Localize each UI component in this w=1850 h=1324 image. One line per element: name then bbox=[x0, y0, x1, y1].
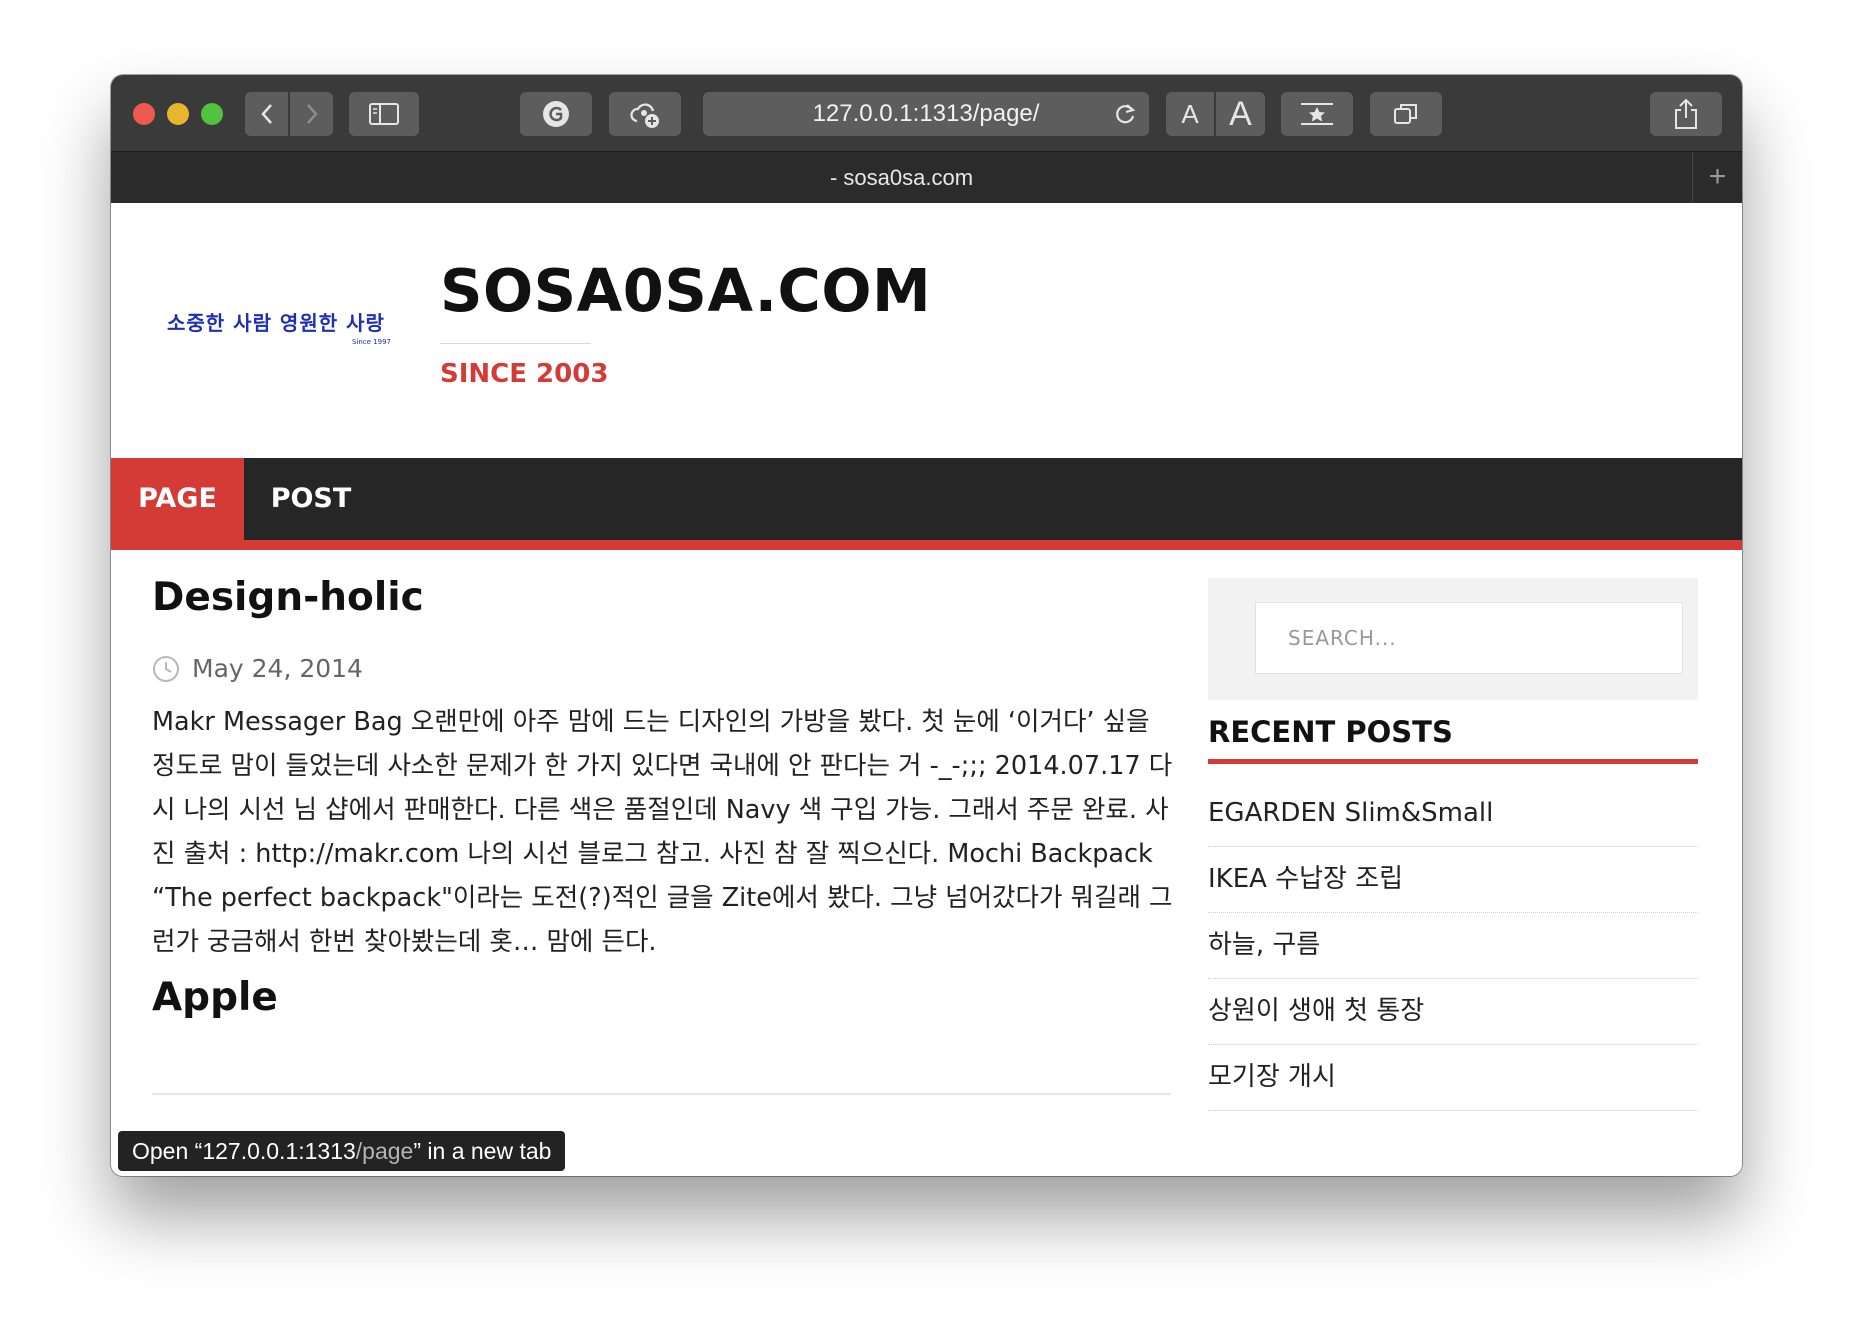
nav-accent-bar bbox=[111, 540, 1742, 550]
tooltip-path: /page bbox=[355, 1138, 414, 1164]
zoom-window-button[interactable] bbox=[201, 103, 223, 125]
tooltip-suffix: ” in a new tab bbox=[413, 1138, 552, 1164]
minimize-window-button[interactable] bbox=[167, 103, 189, 125]
history-nav-group bbox=[245, 92, 333, 136]
sidebar-icon bbox=[369, 103, 399, 125]
extension-button[interactable] bbox=[609, 92, 681, 136]
post-date: May 24, 2014 bbox=[152, 654, 363, 683]
star-tray-icon bbox=[1301, 103, 1333, 125]
post-separator bbox=[152, 1093, 1171, 1095]
recent-posts-rule bbox=[1208, 759, 1698, 764]
title-divider bbox=[440, 343, 591, 344]
chevron-left-icon bbox=[260, 104, 272, 124]
post-title[interactable]: Design-holic bbox=[152, 575, 424, 620]
chevron-right-icon bbox=[306, 104, 318, 124]
main-nav: PAGE POST bbox=[111, 458, 1742, 540]
address-bar-url: 127.0.0.1:1313/page/ bbox=[812, 100, 1040, 127]
tab-bar: - sosa0sa.com + bbox=[111, 151, 1742, 204]
tabs-icon bbox=[1394, 104, 1417, 124]
nav-item-page[interactable]: PAGE bbox=[111, 458, 244, 540]
site-description: SINCE 2003 bbox=[440, 359, 609, 389]
reload-icon[interactable] bbox=[1113, 101, 1137, 127]
recent-post-link[interactable]: 상원이 생애 첫 통장 bbox=[1208, 979, 1698, 1045]
share-icon bbox=[1675, 98, 1697, 129]
post-excerpt: Makr Messager Bag 오랜만에 아주 맘에 드는 디자인의 가방을… bbox=[152, 707, 1173, 957]
link-status-tooltip: Open “127.0.0.1:1313/page” in a new tab bbox=[118, 1131, 566, 1171]
address-bar[interactable]: 127.0.0.1:1313/page/ bbox=[703, 92, 1149, 136]
sidebar-toggle-button[interactable] bbox=[349, 92, 419, 136]
back-button[interactable] bbox=[245, 92, 288, 136]
nav-item-post[interactable]: POST bbox=[244, 458, 378, 540]
search-widget: SEARCH... bbox=[1208, 578, 1698, 700]
post-date-text: May 24, 2014 bbox=[192, 654, 363, 683]
recent-posts-title: RECENT POSTS bbox=[1208, 715, 1453, 749]
forward-button[interactable] bbox=[290, 92, 333, 136]
cloud-add-icon bbox=[630, 103, 659, 128]
reader-bookmark-button[interactable] bbox=[1281, 92, 1353, 136]
share-button[interactable] bbox=[1650, 92, 1722, 136]
browser-window: 127.0.0.1:1313/page/ A A - sosa0sa.com +… bbox=[111, 75, 1742, 1176]
search-input[interactable]: SEARCH... bbox=[1255, 602, 1683, 674]
site-title[interactable]: SOSA0SA.COM bbox=[440, 256, 931, 325]
grammarly-icon bbox=[543, 101, 569, 127]
post-title[interactable]: Apple bbox=[152, 975, 278, 1020]
new-tab-button[interactable]: + bbox=[1692, 152, 1742, 203]
logo-since: Since 1997 bbox=[351, 338, 391, 346]
tooltip-prefix: Open “127.0.0.1:1313 bbox=[132, 1138, 356, 1164]
recent-post-link[interactable]: IKEA 수납장 조립 bbox=[1208, 847, 1698, 913]
grammarly-extension-button[interactable] bbox=[520, 92, 592, 136]
recent-post-link[interactable]: 모기장 개시 bbox=[1208, 1045, 1698, 1111]
decrease-text-size-button[interactable]: A bbox=[1166, 92, 1214, 136]
browser-toolbar: 127.0.0.1:1313/page/ A A bbox=[111, 75, 1742, 151]
recent-post-link[interactable]: 하늘, 구름 bbox=[1208, 913, 1698, 979]
tab-overview-button[interactable] bbox=[1370, 92, 1442, 136]
clock-icon bbox=[153, 655, 179, 682]
text-size-group: A A bbox=[1166, 92, 1265, 136]
increase-text-size-button[interactable]: A bbox=[1216, 92, 1265, 136]
close-window-button[interactable] bbox=[133, 103, 155, 125]
site-logo[interactable]: 소중한 사람 영원한 사랑 Since 1997 bbox=[167, 307, 397, 347]
web-page: 소중한 사람 영원한 사랑 Since 1997 SOSA0SA.COM SIN… bbox=[111, 203, 1742, 1176]
recent-post-link[interactable]: EGARDEN Slim&Small bbox=[1208, 781, 1698, 847]
active-tab[interactable]: - sosa0sa.com bbox=[111, 152, 1692, 203]
logo-text: 소중한 사람 영원한 사랑 bbox=[167, 311, 385, 335]
recent-posts-list: EGARDEN Slim&Small IKEA 수납장 조립 하늘, 구름 상원… bbox=[1208, 781, 1698, 1111]
